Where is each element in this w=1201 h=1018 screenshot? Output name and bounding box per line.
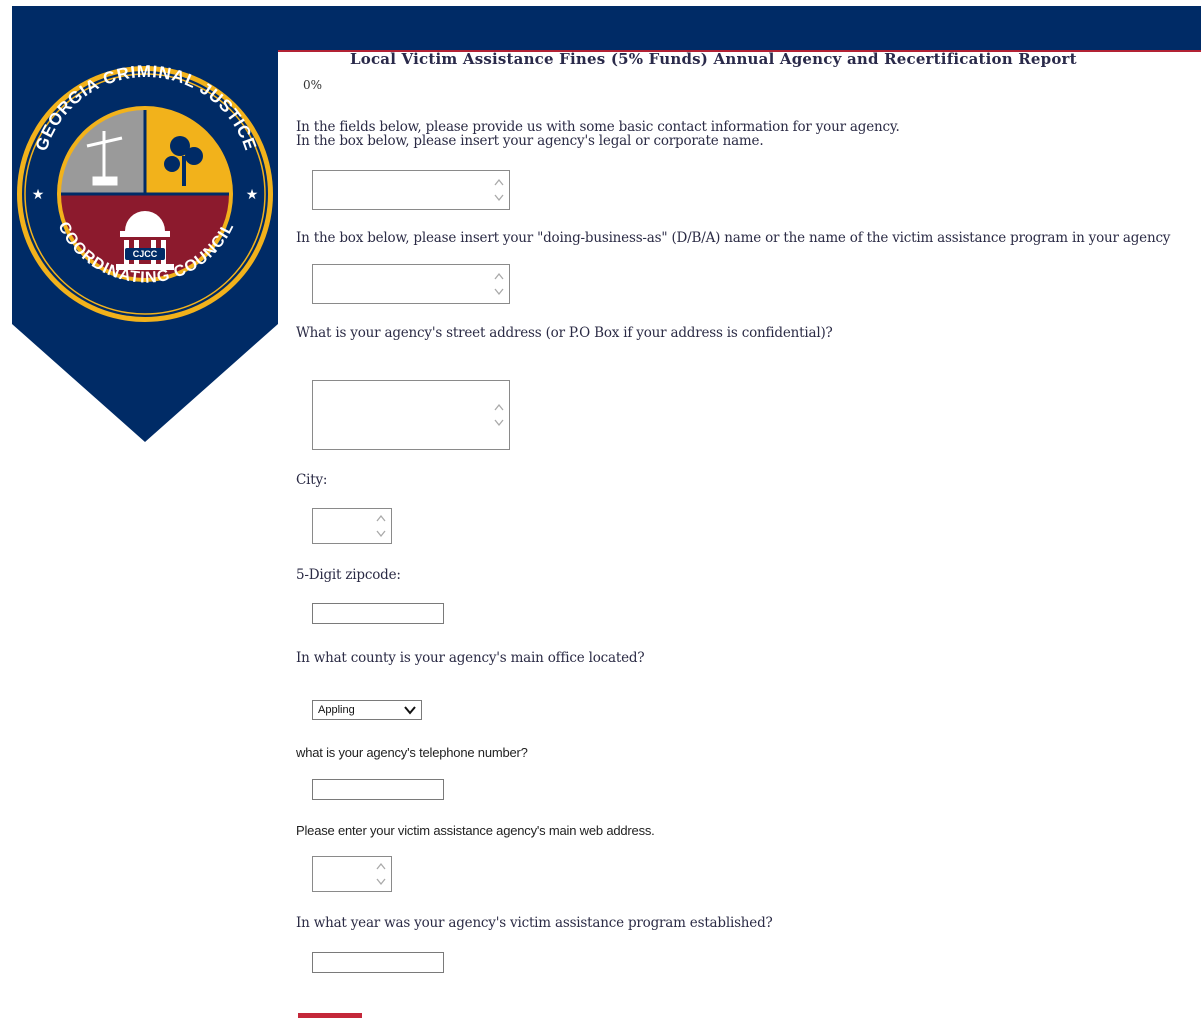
scroll-arrows-icon [493, 401, 505, 429]
address-question: What is your agency's street address (or… [296, 325, 833, 341]
page-margin [0, 0, 12, 1018]
chevron-down-icon [404, 706, 416, 715]
dba-question: In the box below, please insert your "do… [296, 230, 1171, 246]
year-input[interactable] [312, 952, 444, 973]
city-question: City: [296, 472, 328, 488]
scroll-arrows-icon [493, 270, 505, 298]
scroll-arrows-icon [493, 176, 505, 204]
next-button[interactable] [298, 1013, 362, 1018]
zip-question: 5-Digit zipcode: [296, 567, 401, 583]
web-question: Please enter your victim assistance agen… [296, 823, 655, 838]
county-select[interactable]: Appling [312, 700, 422, 720]
zipcode-input[interactable] [312, 603, 444, 624]
survey-title: Local Victim Assistance Fines (5% Funds)… [350, 50, 1077, 68]
phone-input[interactable] [312, 779, 444, 800]
address-textarea[interactable] [312, 380, 510, 450]
county-question: In what county is your agency's main off… [296, 650, 645, 666]
intro-line-2: In the box below, please insert your age… [296, 133, 764, 149]
phone-question: what is your agency's telephone number? [296, 745, 528, 760]
scroll-arrows-icon [375, 860, 387, 888]
scroll-arrows-icon [375, 512, 387, 540]
web-textarea[interactable] [312, 856, 392, 892]
svg-text:★: ★ [246, 187, 259, 203]
city-textarea[interactable] [312, 508, 392, 544]
intro-text: In the fields below, please provide us w… [296, 120, 900, 148]
logo-badge-text: CJCC [133, 249, 158, 259]
svg-text:★: ★ [32, 187, 45, 203]
year-question: In what year was your agency's victim as… [296, 915, 773, 931]
county-selected-value: Appling [318, 704, 355, 716]
dba-name-textarea[interactable] [312, 264, 510, 304]
intro-line-1: In the fields below, please provide us w… [296, 119, 900, 135]
cjcc-logo-banner: CJCC GEORGIA CRIMINAL JUSTICE COORDINATI… [12, 6, 278, 442]
legal-name-textarea[interactable] [312, 170, 510, 210]
progress-text: 0% [303, 78, 323, 92]
